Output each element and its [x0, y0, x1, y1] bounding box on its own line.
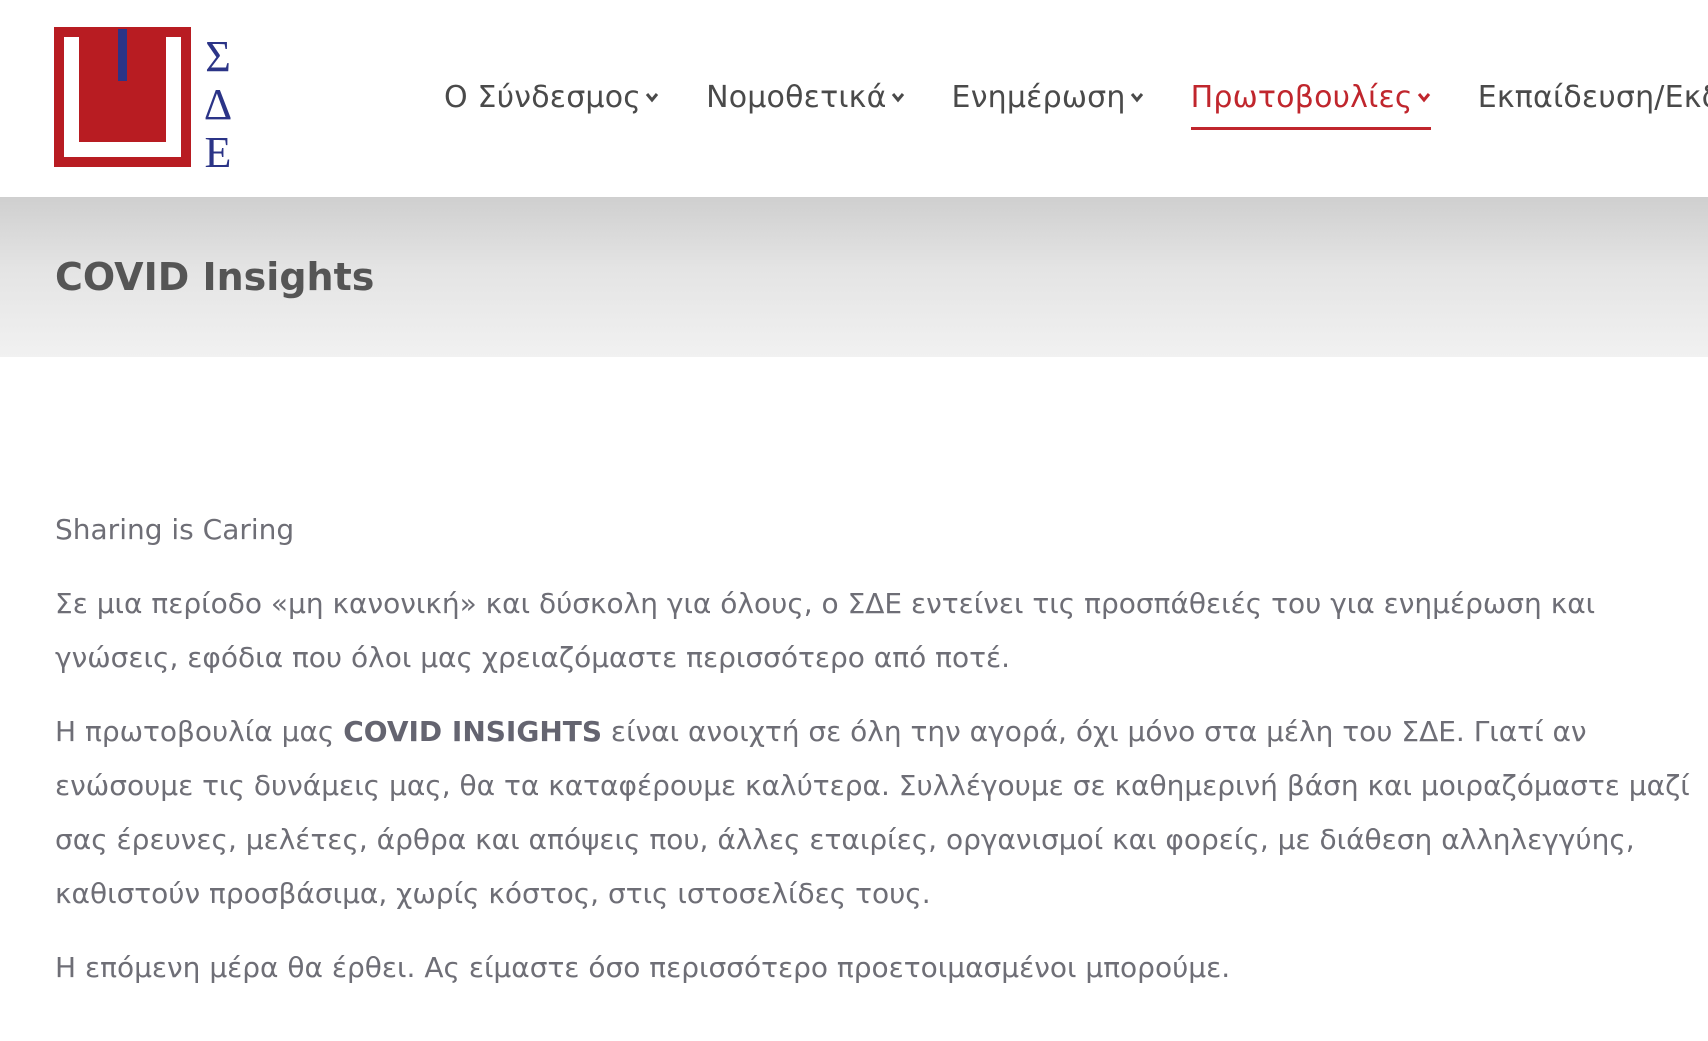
- nav-item-label: Εκπαίδευση/Εκδηλ: [1477, 79, 1708, 115]
- chevron-down-icon: [1417, 93, 1430, 103]
- chevron-down-icon: [891, 93, 904, 103]
- paragraph-intro: Σε μια περίοδο «μη κανονική» και δύσκολη…: [55, 587, 1596, 674]
- nav-item-news[interactable]: Ενημέρωση: [952, 72, 1144, 122]
- initiative-name: COVID INSIGHTS: [343, 715, 603, 748]
- site-logo[interactable]: Σ Δ Ε: [54, 27, 239, 167]
- nav-item-initiatives[interactable]: Πρωτοβουλίες: [1190, 72, 1431, 130]
- page-title: COVID Insights: [55, 255, 375, 299]
- logo-mark: [54, 27, 191, 167]
- page-content: Sharing is Caring Σε μια περίοδο «μη καν…: [55, 503, 1695, 1015]
- paragraph-text: Η πρωτοβουλία μας: [55, 715, 344, 748]
- logo-letter-delta: Δ: [204, 80, 232, 129]
- nav-item-education[interactable]: Εκπαίδευση/Εκδηλ: [1478, 72, 1708, 122]
- tagline: Sharing is Caring: [55, 513, 295, 546]
- page-title-bar: COVID Insights: [0, 197, 1708, 357]
- nav-item-label: Ενημέρωση: [951, 79, 1126, 115]
- nav-item-label: Ο Σύνδεσμος: [444, 79, 642, 115]
- nav-item-legislation[interactable]: Νομοθετικά: [706, 72, 904, 122]
- nav-item-association[interactable]: Ο Σύνδεσμος: [444, 72, 659, 122]
- paragraph-initiative: Η πρωτοβουλία μας COVID INSIGHTS είναι α…: [55, 705, 1695, 921]
- paragraph-closing: Η επόμενη μέρα θα έρθει. Ας είμαστε όσο …: [55, 951, 1231, 984]
- nav-item-label: Πρωτοβουλίες: [1190, 79, 1413, 115]
- chevron-down-icon: [1130, 93, 1143, 103]
- nav-item-label: Νομοθετικά: [706, 79, 887, 115]
- logo-letter-sigma: Σ: [205, 32, 231, 81]
- logo-letter-epsilon: Ε: [205, 128, 232, 167]
- site-header: Σ Δ Ε Ο Σύνδεσμος Νομοθετικά Ενημέρωση Π…: [0, 0, 1708, 197]
- chevron-down-icon: [645, 93, 659, 103]
- main-nav: Ο Σύνδεσμος Νομοθετικά Ενημέρωση Πρωτοβο…: [444, 72, 1708, 130]
